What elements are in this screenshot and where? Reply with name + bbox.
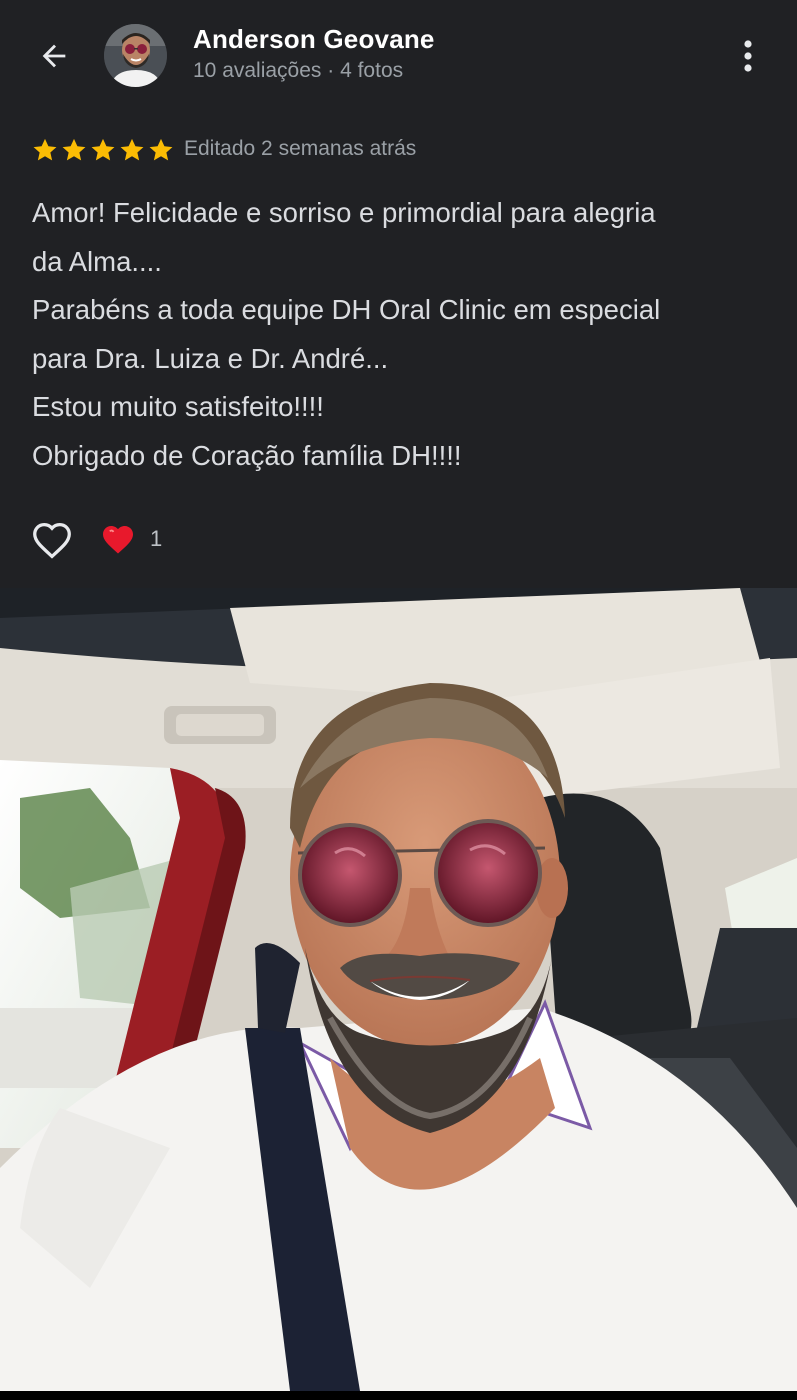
review-line: Amor! Felicidade e sorriso e primordial … xyxy=(32,197,656,228)
edited-timestamp: Editado 2 semanas atrás xyxy=(184,137,417,160)
review-photo[interactable] xyxy=(0,588,797,1391)
author-name[interactable]: Anderson Geovane xyxy=(193,24,435,55)
star-icon xyxy=(149,138,173,161)
reaction-count: 1 xyxy=(150,525,163,551)
avatar-image xyxy=(104,24,167,87)
more-vertical-icon xyxy=(744,40,752,72)
red-heart-icon xyxy=(103,526,133,554)
more-options-button[interactable] xyxy=(724,32,772,80)
reaction-summary[interactable]: 1 xyxy=(100,522,162,555)
review-line: Parabéns a toda equipe DH Oral Clinic em… xyxy=(32,294,661,325)
author-meta: 10 avaliações · 4 fotos xyxy=(193,59,404,82)
star-icon xyxy=(91,138,115,161)
arrow-left-icon xyxy=(42,44,66,68)
heart-outline-icon xyxy=(33,522,71,559)
star-icon xyxy=(62,138,86,161)
star-icon xyxy=(120,138,144,161)
review-line: para Dra. Luiza e Dr. André... xyxy=(32,342,389,374)
star-icon xyxy=(33,138,57,161)
review-text: Amor! Felicidade e sorriso e primordial … xyxy=(32,189,782,480)
bottom-edge xyxy=(0,1391,797,1400)
back-button[interactable] xyxy=(30,32,78,80)
like-button[interactable] xyxy=(28,517,76,563)
review-line: Estou muito satisfeito!!!! xyxy=(32,391,324,422)
review-line: Obrigado de Coração família DH!!!! xyxy=(32,439,462,471)
review-line: da Alma.... xyxy=(32,245,162,277)
avatar[interactable] xyxy=(104,24,167,87)
star-rating xyxy=(31,136,175,164)
selfie-in-car-image xyxy=(0,588,797,1391)
review-panel: Anderson Geovane 10 avaliações · 4 fotos… xyxy=(0,0,797,588)
